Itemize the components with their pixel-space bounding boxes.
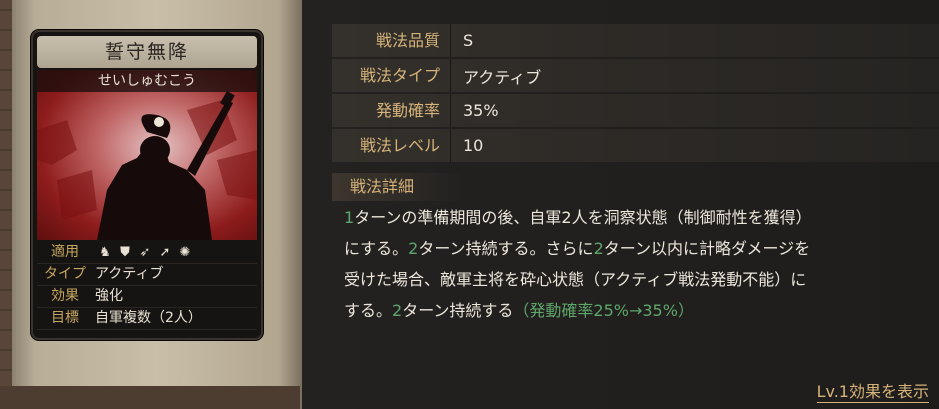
spear-icon: ➚: [159, 244, 171, 260]
floor-strip: [0, 386, 300, 409]
stat-row-level: 戦法レベル 10: [332, 129, 939, 162]
description-text: 受けた場合、敵軍主将を砕心状態（アクティブ戦法発動不能）に: [344, 270, 807, 289]
warrior-silhouette: [37, 90, 257, 240]
info-key: 適用: [51, 244, 79, 260]
skill-card-name: 誓守無降: [37, 36, 257, 68]
description-chance-note: （発動確率25%→35%）: [513, 301, 694, 320]
wheel-icon: ✺: [179, 244, 191, 260]
stat-value: 10: [463, 136, 484, 155]
description-text: ターン持続する。さらに: [418, 239, 594, 258]
skill-stats: 戦法品質 S 戦法タイプ アクティブ 発動確率 35% 戦法レベル 10: [332, 24, 939, 164]
detail-heading: 戦法詳細: [332, 173, 462, 201]
skill-description: 1ターンの準備期間の後、自軍2人を洞察状態（制御耐性を獲得） にする。2ターン持続…: [344, 202, 924, 326]
info-value: 強化: [95, 288, 123, 304]
shield-icon: ⛊: [120, 244, 130, 260]
info-key: 効果: [51, 288, 79, 304]
description-number: 2: [392, 301, 403, 320]
stat-value: アクティブ: [463, 67, 542, 87]
skill-detail-screen: 誓守無降 せいしゅむこう 適用 ♞ ⛊ ➶ ➚ ✺ タイプ アクティブ 効果 強…: [0, 0, 939, 409]
info-row-effect: 効果 強化: [37, 286, 257, 308]
description-text: にする。: [344, 239, 409, 258]
stat-value: S: [463, 31, 474, 50]
stat-key: 戦法タイプ: [332, 59, 451, 92]
skill-card-info: 適用 ♞ ⛊ ➶ ➚ ✺ タイプ アクティブ 効果 強化 目標 自軍複数（2人）: [37, 242, 257, 330]
skill-card-art: せいしゅむこう: [37, 70, 257, 240]
description-text: ターン持続する: [402, 301, 514, 320]
description-number: 2: [593, 239, 604, 258]
info-row-type: タイプ アクティブ: [37, 264, 257, 286]
stat-key: 戦法レベル: [332, 129, 451, 162]
skill-card-reading: せいしゅむこう: [37, 70, 257, 92]
description-text: ターンの準備期間の後、自軍2人を洞察状態（制御耐性を獲得）: [354, 208, 812, 227]
info-value: アクティブ: [95, 266, 164, 282]
info-key: タイプ: [44, 266, 86, 282]
stat-key: 戦法品質: [332, 24, 451, 57]
troop-type-icons: ♞ ⛊ ➶ ➚ ✺: [93, 242, 193, 263]
detail-heading-label: 戦法詳細: [350, 177, 415, 196]
stat-row-type: 戦法タイプ アクティブ: [332, 59, 939, 92]
stat-row-quality: 戦法品質 S: [332, 24, 939, 57]
stat-row-chance: 発動確率 35%: [332, 94, 939, 127]
skill-card: 誓守無降 せいしゅむこう 適用 ♞ ⛊ ➶ ➚ ✺ タイプ アクティブ 効果 強…: [31, 30, 263, 340]
info-value: 自軍複数（2人）: [95, 310, 202, 326]
info-row-target: 目標 自軍複数（2人）: [37, 308, 257, 330]
info-key: 目標: [51, 310, 79, 326]
stat-value: 35%: [463, 101, 499, 120]
description-number: 2: [408, 239, 419, 258]
description-text: ターン以内に計略ダメージを: [603, 239, 811, 258]
description-text: する。: [344, 301, 393, 320]
info-row-apply: 適用 ♞ ⛊ ➶ ➚ ✺: [37, 242, 257, 264]
show-lv1-effect-link[interactable]: Lv.1効果を表示: [816, 382, 929, 403]
stat-key: 発動確率: [332, 94, 451, 127]
cavalry-icon: ♞: [99, 244, 111, 260]
description-number: 1: [344, 208, 355, 227]
bow-icon: ➶: [139, 244, 151, 260]
